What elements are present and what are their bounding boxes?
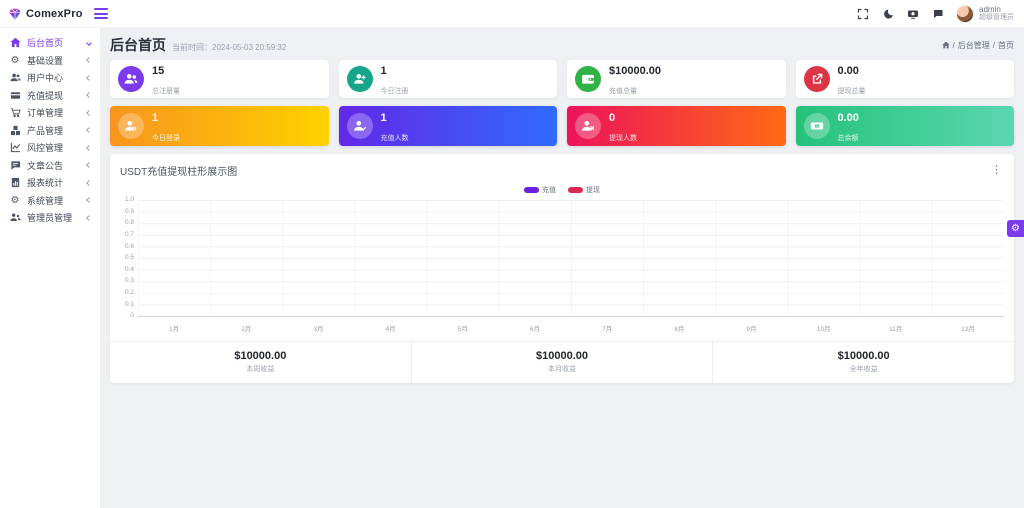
legend-recharge[interactable]: 充值 — [524, 185, 556, 195]
wallet-icon — [575, 66, 601, 92]
screen-icon[interactable] — [906, 7, 919, 20]
article-icon — [9, 159, 21, 171]
stat-card-total-withdraw: 0.00提现总量 — [796, 60, 1015, 98]
gem-logo-icon — [8, 7, 22, 21]
chat-icon[interactable] — [931, 7, 944, 20]
bar-chart-grid — [138, 200, 1004, 317]
sidebar-item-system[interactable]: ⚙ 系统管理 — [0, 192, 100, 210]
stat-label: 总注册量 — [152, 88, 180, 95]
sidebar: 后台首页 ⚙ 基础设置 用户中心 充值提现 订单管理 产品管理 风控管理 文章公… — [0, 28, 100, 508]
admin-users-icon — [9, 212, 21, 224]
legend-withdraw[interactable]: 提现 — [568, 185, 600, 195]
gradient-cards-row: $ 1今日登录 1充值人数 0提现人数 $ 0.00总余额 — [110, 106, 1014, 146]
y-axis: 1.00.9 0.80.7 0.60.5 0.40.3 0.20.1 0 — [116, 197, 138, 320]
sidebar-item-recharge-withdraw[interactable]: 充值提现 — [0, 87, 100, 105]
summary-row: $10000.00 本周收益 $10000.00 本月收益 $10000.00 … — [110, 341, 1014, 383]
chart-card: USDT充值提现柱形展示图 ⋮ 充值 提现 1.00.9 0.80.7 0.60… — [110, 154, 1014, 383]
avatar[interactable] — [956, 5, 974, 23]
report-icon — [9, 177, 21, 189]
sidebar-item-dashboard[interactable]: 后台首页 — [0, 34, 100, 52]
chart-plot-area: 1.00.9 0.80.7 0.60.5 0.40.3 0.20.1 0 — [110, 198, 1014, 320]
breadcrumb: / 后台管理 / 首页 — [942, 40, 1014, 51]
chart-legend: 充值 提现 — [110, 182, 1014, 198]
grad-card-today-login: $ 1今日登录 — [110, 106, 329, 146]
legend-swatch-recharge — [524, 187, 539, 193]
sidebar-item-risk[interactable]: 风控管理 — [0, 139, 100, 157]
hamburger-menu-icon[interactable] — [94, 8, 108, 19]
kebab-menu-icon[interactable]: ⋮ — [989, 165, 1004, 176]
user-plus-icon — [347, 66, 373, 92]
sidebar-item-articles[interactable]: 文章公告 — [0, 157, 100, 175]
stat-card-today-registered: 1今日注册 — [339, 60, 558, 98]
user-x-icon — [575, 113, 601, 139]
moon-icon[interactable] — [881, 7, 894, 20]
cart-icon — [9, 107, 21, 119]
sidebar-item-orders[interactable]: 订单管理 — [0, 104, 100, 122]
arrow-out-icon — [804, 66, 830, 92]
user-login-icon: $ — [118, 113, 144, 139]
topbar: ComexPro admin 超级管理员 — [0, 0, 1024, 28]
summary-year: $10000.00 全年收益 — [712, 342, 1014, 383]
settings-gear-button[interactable]: ⚙ — [1007, 220, 1024, 237]
products-icon — [9, 124, 21, 136]
breadcrumb-admin[interactable]: 后台管理 — [958, 40, 990, 51]
brand-name: ComexPro — [26, 8, 83, 20]
stat-value: 15 — [152, 65, 164, 77]
sidebar-item-reports[interactable]: 报表统计 — [0, 174, 100, 192]
legend-swatch-withdraw — [568, 187, 583, 193]
user-name: admin — [979, 5, 1014, 14]
grad-card-recharge-users: 1充值人数 — [339, 106, 558, 146]
users-icon — [9, 72, 21, 84]
stat-cards-row: 15 总注册量 1今日注册 $10000.00充值总量 0.00提现总量 — [110, 60, 1014, 98]
stat-card-total-registered: 15 总注册量 — [110, 60, 329, 98]
money-icon — [9, 89, 21, 101]
system-gear-icon: ⚙ — [9, 194, 21, 206]
chart-title: USDT充值提现柱形展示图 — [120, 163, 237, 178]
risk-chart-icon — [9, 142, 21, 154]
sidebar-item-user-center[interactable]: 用户中心 — [0, 69, 100, 87]
gears-icon: ⚙ — [9, 54, 21, 66]
page-title: 后台首页 — [110, 35, 166, 55]
user-role: 超级管理员 — [979, 14, 1014, 22]
sidebar-item-admins[interactable]: 管理员管理 — [0, 209, 100, 227]
current-time: 当前时间：2024-05-03 20:59:32 — [172, 42, 286, 53]
logo[interactable]: ComexPro — [0, 7, 100, 21]
grad-card-total-balance: $ 0.00总余额 — [796, 106, 1015, 146]
main-content: 后台首页 当前时间：2024-05-03 20:59:32 / 后台管理 / 首… — [100, 28, 1024, 508]
sidebar-item-products[interactable]: 产品管理 — [0, 122, 100, 140]
home-icon — [9, 37, 21, 49]
sidebar-item-basic-settings[interactable]: ⚙ 基础设置 — [0, 52, 100, 70]
user-menu[interactable]: admin 超级管理员 — [956, 5, 1014, 23]
grad-card-withdraw-users: 0提现人数 — [567, 106, 786, 146]
x-axis: 1月2月 3月4月 5月6月 7月8月 9月10月 11月12月 — [138, 323, 1004, 333]
users-icon — [118, 66, 144, 92]
banknote-icon: $ — [804, 113, 830, 139]
home-icon — [942, 41, 950, 49]
svg-text:$: $ — [133, 127, 135, 131]
user-check-icon — [347, 113, 373, 139]
summary-week: $10000.00 本周收益 — [110, 342, 411, 383]
breadcrumb-home[interactable]: 首页 — [998, 40, 1014, 51]
stat-card-total-recharge: $10000.00充值总量 — [567, 60, 786, 98]
fullscreen-icon[interactable] — [856, 7, 869, 20]
summary-month: $10000.00 本月收益 — [411, 342, 713, 383]
